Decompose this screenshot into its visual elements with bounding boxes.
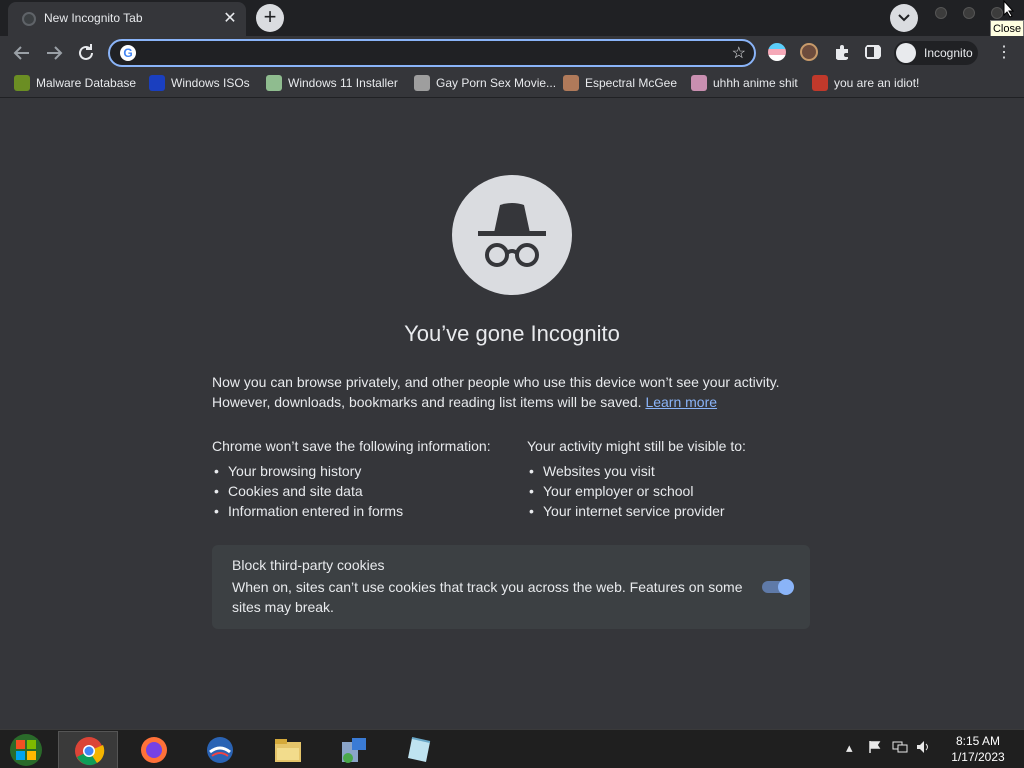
forward-icon[interactable] — [42, 41, 66, 65]
list-item: Cookies and site data — [212, 481, 512, 501]
intro-line-1: Now you can browse privately, and other … — [212, 374, 780, 390]
folder-icon — [275, 739, 301, 762]
chrome-icon — [75, 737, 105, 766]
tab-search-button[interactable] — [890, 4, 918, 32]
clock-time: 8:15 AM — [955, 734, 1001, 748]
start-orb-icon[interactable] — [8, 732, 44, 768]
malware-icon — [14, 75, 30, 91]
list-item: Websites you visit — [527, 461, 827, 481]
intro-line-2: However, downloads, bookmarks and readin… — [212, 394, 718, 410]
close-window-button[interactable] — [991, 7, 1003, 19]
cookie-card-title: Block third-party cookies — [232, 557, 385, 573]
side-panel-icon[interactable] — [864, 43, 882, 61]
wont-save-column: Chrome won’t save the following informat… — [212, 437, 512, 521]
bookmark-malware-database[interactable]: Malware Database — [14, 75, 136, 93]
incognito-hero-icon — [452, 175, 572, 295]
installer-icon — [266, 75, 282, 91]
notepad-icon — [408, 737, 431, 762]
still-visible-column: Your activity might still be visible to:… — [527, 437, 827, 521]
taskbar-chrome[interactable] — [58, 731, 118, 768]
extension-avatar-icon[interactable] — [800, 43, 818, 61]
flag-icon — [812, 75, 828, 91]
taskbar: ▴ 8:15 AM 1/17/2023 — [0, 729, 1024, 768]
firefox-icon — [141, 737, 167, 763]
bookmark-windows-isos[interactable]: Windows ISOs — [149, 75, 250, 93]
bookmark-anime[interactable]: uhhh anime shit — [691, 75, 798, 93]
extension-flag-icon[interactable] — [768, 43, 786, 61]
minimize-button[interactable] — [935, 7, 947, 19]
clock-date: 1/17/2023 — [951, 750, 1005, 764]
taskbar-clock[interactable]: 8:15 AM 1/17/2023 — [940, 733, 1016, 765]
incognito-page: You’ve gone Incognito Now you can browse… — [0, 99, 1024, 729]
taskbar-notepad[interactable] — [390, 731, 450, 768]
list-item: Your employer or school — [527, 481, 827, 501]
tab-close-icon[interactable]: ✕ — [220, 9, 240, 29]
third-party-cookies-card: Block third-party cookies When on, sites… — [212, 545, 810, 629]
profile-label: Incognito — [924, 46, 973, 60]
list-item: Your browsing history — [212, 461, 512, 481]
anime-icon — [691, 75, 707, 91]
bookmarks-bar: Malware Database Windows ISOs Windows 11… — [0, 70, 1024, 98]
extensions-puzzle-icon[interactable] — [833, 43, 851, 61]
bookmark-site[interactable]: Gay Porn Sex Movie... — [414, 75, 556, 93]
x-icon — [149, 75, 165, 91]
address-bar[interactable]: G ☆ — [108, 39, 756, 67]
taskbar-file-explorer[interactable] — [258, 731, 318, 768]
show-hidden-icons-icon[interactable]: ▴ — [846, 740, 853, 756]
action-center-flag-icon[interactable] — [868, 740, 882, 754]
browser-menu-icon[interactable]: ⋮ — [996, 43, 1012, 63]
learn-more-link[interactable]: Learn more — [645, 394, 717, 410]
toolbar: G ☆ Incognito ⋮ — [0, 36, 1024, 70]
taskbar-firefox[interactable] — [124, 731, 184, 768]
cookie-card-description: When on, sites can’t use cookies that tr… — [232, 579, 743, 615]
page-title: You’ve gone Incognito — [404, 321, 620, 346]
new-tab-button[interactable]: + — [256, 4, 284, 32]
toggle-knob — [778, 579, 794, 595]
reload-icon[interactable] — [74, 41, 98, 65]
google-icon: G — [120, 45, 136, 61]
list-item: Your internet service provider — [527, 501, 827, 521]
bookmark-star-icon[interactable]: ☆ — [732, 43, 746, 63]
mouse-cursor-icon — [1003, 0, 1015, 18]
network-tool-icon — [342, 738, 366, 763]
list-item: Information entered in forms — [212, 501, 512, 521]
chevron-down-icon — [898, 14, 910, 22]
bookmark-windows-11-installer[interactable]: Windows 11 Installer — [266, 75, 398, 93]
taskbar-network-tool[interactable] — [324, 731, 384, 768]
incognito-avatar-icon — [896, 43, 916, 63]
volume-icon[interactable] — [916, 740, 932, 754]
still-visible-heading: Your activity might still be visible to: — [527, 438, 746, 454]
site-icon — [414, 75, 430, 91]
network-icon[interactable] — [892, 740, 908, 754]
block-cookies-toggle[interactable] — [762, 579, 794, 595]
incognito-profile-button[interactable]: Incognito — [894, 41, 978, 65]
tab-new-incognito[interactable]: New Incognito Tab ✕ — [8, 2, 246, 36]
avatar-icon — [563, 75, 579, 91]
intro-text: Now you can browse privately, and other … — [212, 372, 812, 412]
taskbar-opera[interactable] — [190, 731, 250, 768]
maximize-button[interactable] — [963, 7, 975, 19]
incognito-favicon-icon — [22, 12, 36, 26]
bookmark-espectral-mcgee[interactable]: Espectral McGee — [563, 75, 677, 93]
bookmark-you-are-an-idiot[interactable]: you are an idiot! — [812, 75, 919, 93]
back-icon[interactable] — [10, 41, 34, 65]
wont-save-heading: Chrome won’t save the following informat… — [212, 438, 491, 454]
tab-title: New Incognito Tab — [44, 11, 143, 25]
browser-orb-icon — [207, 737, 233, 763]
tab-strip: New Incognito Tab ✕ + Close — [0, 0, 1024, 38]
